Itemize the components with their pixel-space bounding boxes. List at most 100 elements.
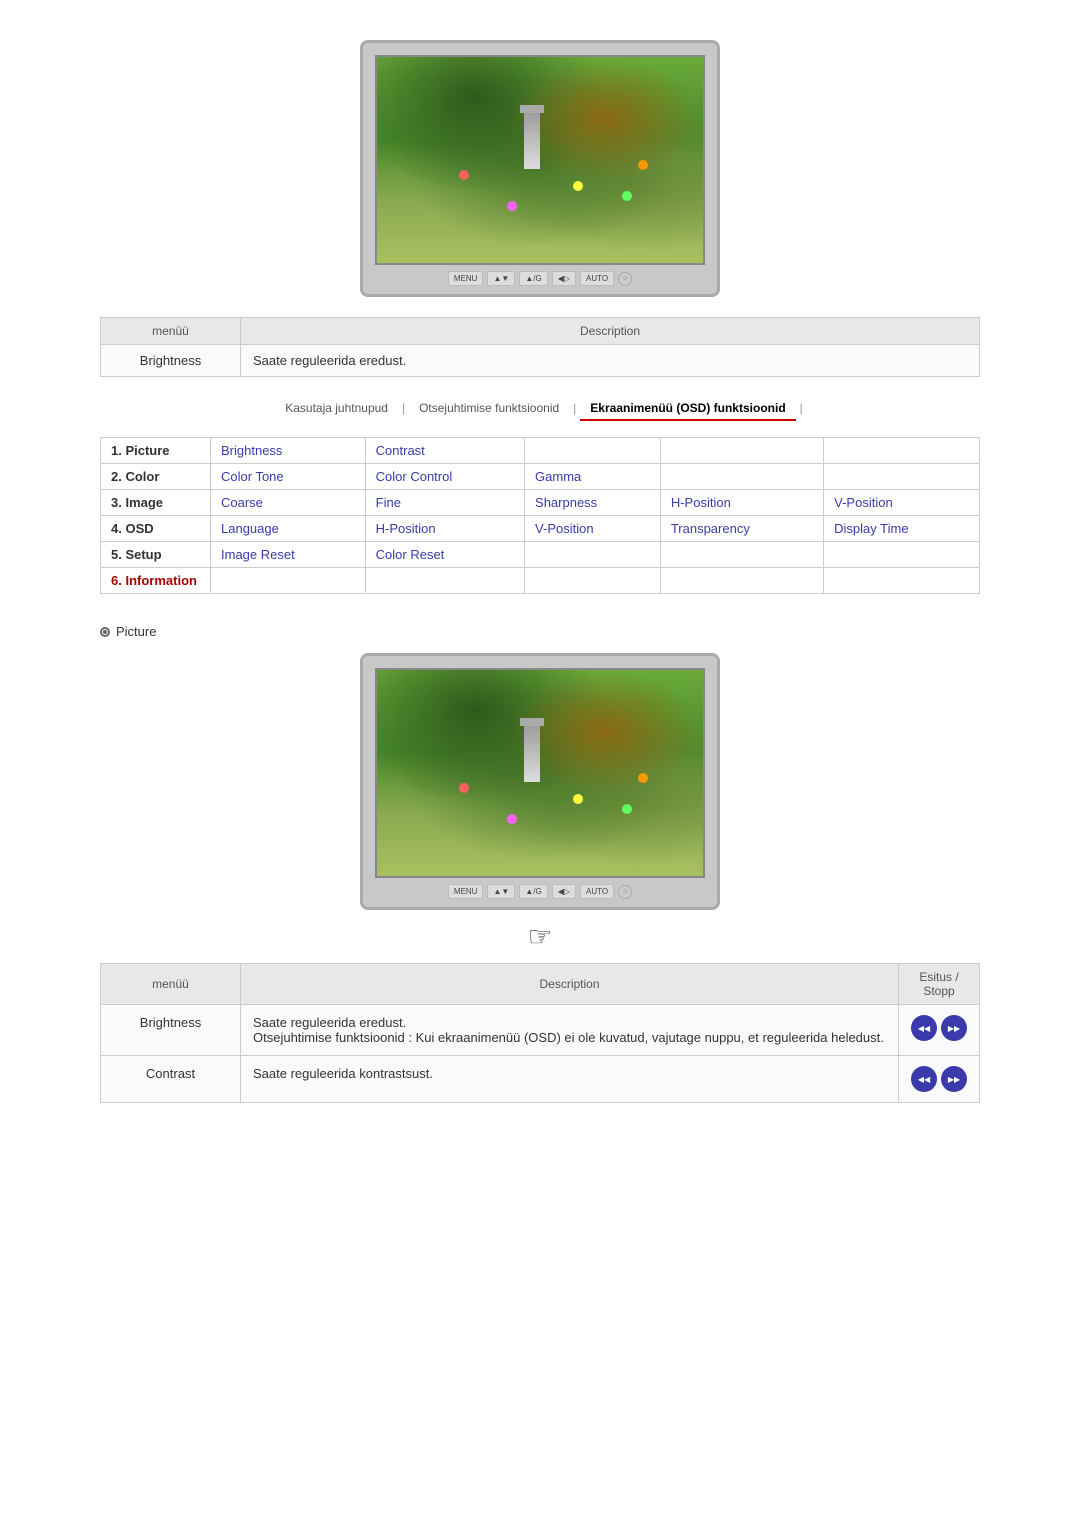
osd-row-cell[interactable]: Contrast [365,438,524,464]
radio-dot-icon [100,627,110,637]
bottom-row-menu: Contrast [101,1056,241,1103]
osd-link[interactable]: Contrast [376,443,425,458]
power-btn-1[interactable]: ○ [618,272,632,286]
table1-row1: Brightness Saate reguleerida eredust. [101,345,980,377]
osd-table: 1. PictureBrightnessContrast2. ColorColo… [100,437,980,594]
prev-btn[interactable] [911,1015,937,1041]
auto-gain-btn-2[interactable]: ▲/G [519,884,547,899]
bottom-row-menu: Brightness [101,1005,241,1056]
osd-row-cell[interactable]: Brightness [211,438,366,464]
osd-row-cell [525,568,661,594]
pagoda-1 [524,109,540,169]
osd-table-row: 4. OSD Language H-Position V-Position Transp… [101,516,980,542]
lantern-green [622,191,632,201]
osd-link[interactable]: Image Reset [221,547,295,562]
osd-row-cell[interactable]: Coarse [211,490,366,516]
section-heading: Picture [100,624,980,639]
osd-link[interactable]: Coarse [221,495,263,510]
osd-row-cell [660,568,823,594]
monitor-screen-2 [375,668,705,878]
lantern-orange [638,160,648,170]
bottom-table-col1-header: menüü [101,964,241,1005]
osd-link[interactable]: Color Control [376,469,453,484]
monitor-1-container: MENU ▲▼ ▲/G ◀▷ AUTO ○ [100,40,980,297]
osd-row-cell [824,464,980,490]
garden-bg-2 [377,670,703,876]
osd-row-cell[interactable]: Sharpness [525,490,661,516]
osd-link[interactable]: Transparency [671,521,750,536]
osd-row-label: 1. Picture [101,438,211,464]
osd-link[interactable]: Display Time [834,521,908,536]
nav-tab-3[interactable]: Ekraanimenüü (OSD) funktsioonid [580,397,795,421]
monitor-1: MENU ▲▼ ▲/G ◀▷ AUTO ○ [360,40,720,297]
osd-table-row: 2. ColorColor ToneColor ControlGamma [101,464,980,490]
brightness-btn-1[interactable]: ▲▼ [487,271,515,286]
input-btn-2[interactable]: ◀▷ [552,884,576,899]
bottom-table-row: BrightnessSaate reguleerida eredust.Otse… [101,1005,980,1056]
osd-row-cell[interactable]: Language [211,516,366,542]
osd-row-cell [211,568,366,594]
osd-link[interactable]: V-Position [535,521,594,536]
osd-row-label: 3. Image [101,490,211,516]
osd-link[interactable]: Color Reset [376,547,445,562]
osd-row-cell[interactable]: Color Reset [365,542,524,568]
menu-btn-1[interactable]: MENU [448,271,484,286]
osd-row-cell[interactable]: Display Time [824,516,980,542]
power-btn-2[interactable]: ○ [618,885,632,899]
osd-row-cell [660,542,823,568]
auto-btn-1[interactable]: AUTO [580,271,614,286]
osd-row-cell[interactable]: Fine [365,490,524,516]
osd-link[interactable]: Color Tone [221,469,284,484]
osd-row-cell [525,542,661,568]
osd-link[interactable]: Gamma [535,469,581,484]
monitor-screen-1 [375,55,705,265]
bottom-table: menüü Description Esitus / Stopp Brightn… [100,963,980,1103]
lantern-red-2 [459,783,469,793]
osd-link[interactable]: V-Position [834,495,893,510]
section-heading-text: Picture [116,624,156,639]
osd-row-cell[interactable]: V-Position [525,516,661,542]
osd-link[interactable]: H-Position [671,495,731,510]
lantern-red [459,170,469,180]
nav-tab-2[interactable]: Otsejuhtimise funktsioonid [409,397,569,421]
nav-sep-3: | [798,397,805,421]
table1-col2-header: Description [241,318,980,345]
osd-link[interactable]: Language [221,521,279,536]
osd-row-cell [824,438,980,464]
osd-row-cell[interactable]: V-Position [824,490,980,516]
osd-link[interactable]: Brightness [221,443,282,458]
monitor-2-container: MENU ▲▼ ▲/G ◀▷ AUTO ○ [100,653,980,910]
osd-link[interactable]: Sharpness [535,495,597,510]
auto-btn-2[interactable]: AUTO [580,884,614,899]
osd-table-row: 1. Picture Brightness Contrast [101,438,980,464]
osd-row-cell[interactable]: H-Position [365,516,524,542]
osd-row-cell[interactable]: Color Control [365,464,524,490]
menu-btn-2[interactable]: MENU [448,884,484,899]
osd-row-cell[interactable]: Gamma [525,464,661,490]
next-btn[interactable] [941,1015,967,1041]
nav-tab-1[interactable]: Kasutaja juhtnupud [275,397,398,421]
auto-gain-btn-1[interactable]: ▲/G [519,271,547,286]
osd-row-label: 5. Setup [101,542,211,568]
osd-row-cell[interactable]: Color Tone [211,464,366,490]
osd-row-cell [365,568,524,594]
osd-link[interactable]: Fine [376,495,401,510]
osd-row-label: 4. OSD [101,516,211,542]
monitor-controls-2: MENU ▲▼ ▲/G ◀▷ AUTO ○ [375,884,705,899]
brightness-btn-2[interactable]: ▲▼ [487,884,515,899]
input-btn-1[interactable]: ◀▷ [552,271,576,286]
next-btn[interactable] [941,1066,967,1092]
osd-row-cell [660,464,823,490]
page-wrapper: MENU ▲▼ ▲/G ◀▷ AUTO ○ menüü Description … [0,0,1080,1143]
bottom-row-btns[interactable] [899,1056,980,1103]
lantern-orange-2 [638,773,648,783]
osd-link[interactable]: H-Position [376,521,436,536]
bottom-row-btns[interactable] [899,1005,980,1056]
prev-btn[interactable] [911,1066,937,1092]
lantern-green-2 [622,804,632,814]
osd-row-cell[interactable]: Image Reset [211,542,366,568]
osd-row-cell [824,542,980,568]
osd-row-cell[interactable]: H-Position [660,490,823,516]
pagoda-2 [524,722,540,782]
osd-row-cell[interactable]: Transparency [660,516,823,542]
